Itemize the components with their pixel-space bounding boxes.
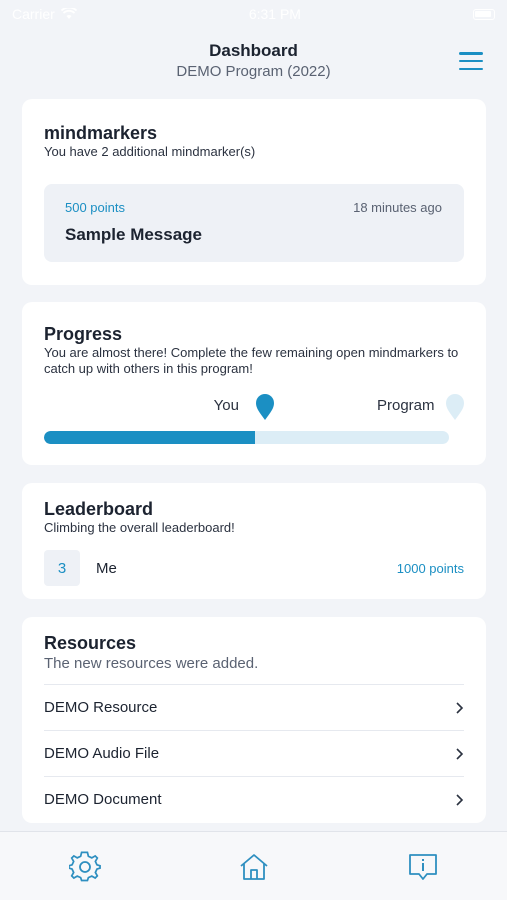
page-subtitle: DEMO Program (2022)	[176, 63, 331, 80]
resource-label: DEMO Document	[44, 791, 162, 808]
home-icon[interactable]	[237, 850, 271, 884]
message-time: 18 minutes ago	[353, 200, 442, 215]
progress-card: Progress You are almost there! Complete …	[22, 302, 486, 465]
leaderboard-description: Climbing the overall leaderboard!	[44, 520, 235, 535]
leaderboard-name: Me	[96, 559, 117, 577]
wifi-icon	[60, 8, 77, 19]
status-time: 6:31 PM	[248, 6, 301, 22]
resource-label: DEMO Audio File	[44, 745, 160, 762]
header: Dashboard DEMO Program (2022)	[0, 40, 507, 84]
feedback-icon[interactable]	[406, 850, 440, 884]
status-left: Carrier	[12, 6, 77, 22]
gear-icon[interactable]	[68, 850, 102, 884]
battery-icon	[472, 8, 495, 20]
progress-fill	[44, 431, 255, 444]
rank-badge: 3	[44, 550, 80, 586]
hamburger-icon[interactable]	[459, 52, 483, 70]
carrier-label: Carrier	[12, 6, 55, 22]
resources-card: Resources The new resources were added. …	[22, 617, 486, 823]
message-card[interactable]: 500 points 18 minutes ago Sample Message	[44, 184, 464, 262]
resources-title: Resources	[44, 633, 137, 653]
mindmarkers-description: You have 2 additional mindmarker(s)	[44, 144, 256, 159]
progress-title: Progress	[44, 324, 123, 344]
resource-label: DEMO Resource	[44, 699, 158, 716]
leaderboard-points: 1000 points	[396, 560, 464, 576]
page-title: Dashboard	[209, 41, 298, 60]
resources-list: DEMO Resource DEMO Audio File DEMO Docum…	[22, 684, 486, 822]
resource-item[interactable]: DEMO Audio File	[44, 730, 464, 776]
resource-item[interactable]: DEMO Document	[44, 776, 464, 822]
mindmarkers-title: mindmarkers	[44, 123, 158, 143]
chevron-right-icon	[456, 701, 464, 714]
message-title: Sample Message	[65, 225, 203, 244]
leaderboard-card: Leaderboard Climbing the overall leaderb…	[22, 483, 486, 599]
leaderboard-title: Leaderboard	[44, 499, 154, 519]
chevron-right-icon	[456, 793, 464, 806]
program-marker-icon	[446, 394, 464, 420]
you-marker-icon	[255, 394, 274, 420]
leaderboard-row[interactable]: 3 Me 1000 points	[44, 550, 464, 586]
status-bar: Carrier 6:31 PM	[0, 0, 507, 28]
progress-description: You are almost there! Complete the few r…	[44, 345, 459, 376]
you-label: You	[213, 397, 239, 414]
resource-item[interactable]: DEMO Resource	[44, 684, 464, 730]
resources-description: The new resources were added.	[44, 655, 259, 672]
tab-bar	[0, 831, 507, 900]
program-label: Program	[377, 397, 435, 414]
mindmarkers-card: mindmarkers You have 2 additional mindma…	[22, 99, 486, 285]
progress-bar: You Program	[44, 393, 464, 453]
progress-track	[44, 431, 449, 444]
chevron-right-icon	[456, 747, 464, 760]
